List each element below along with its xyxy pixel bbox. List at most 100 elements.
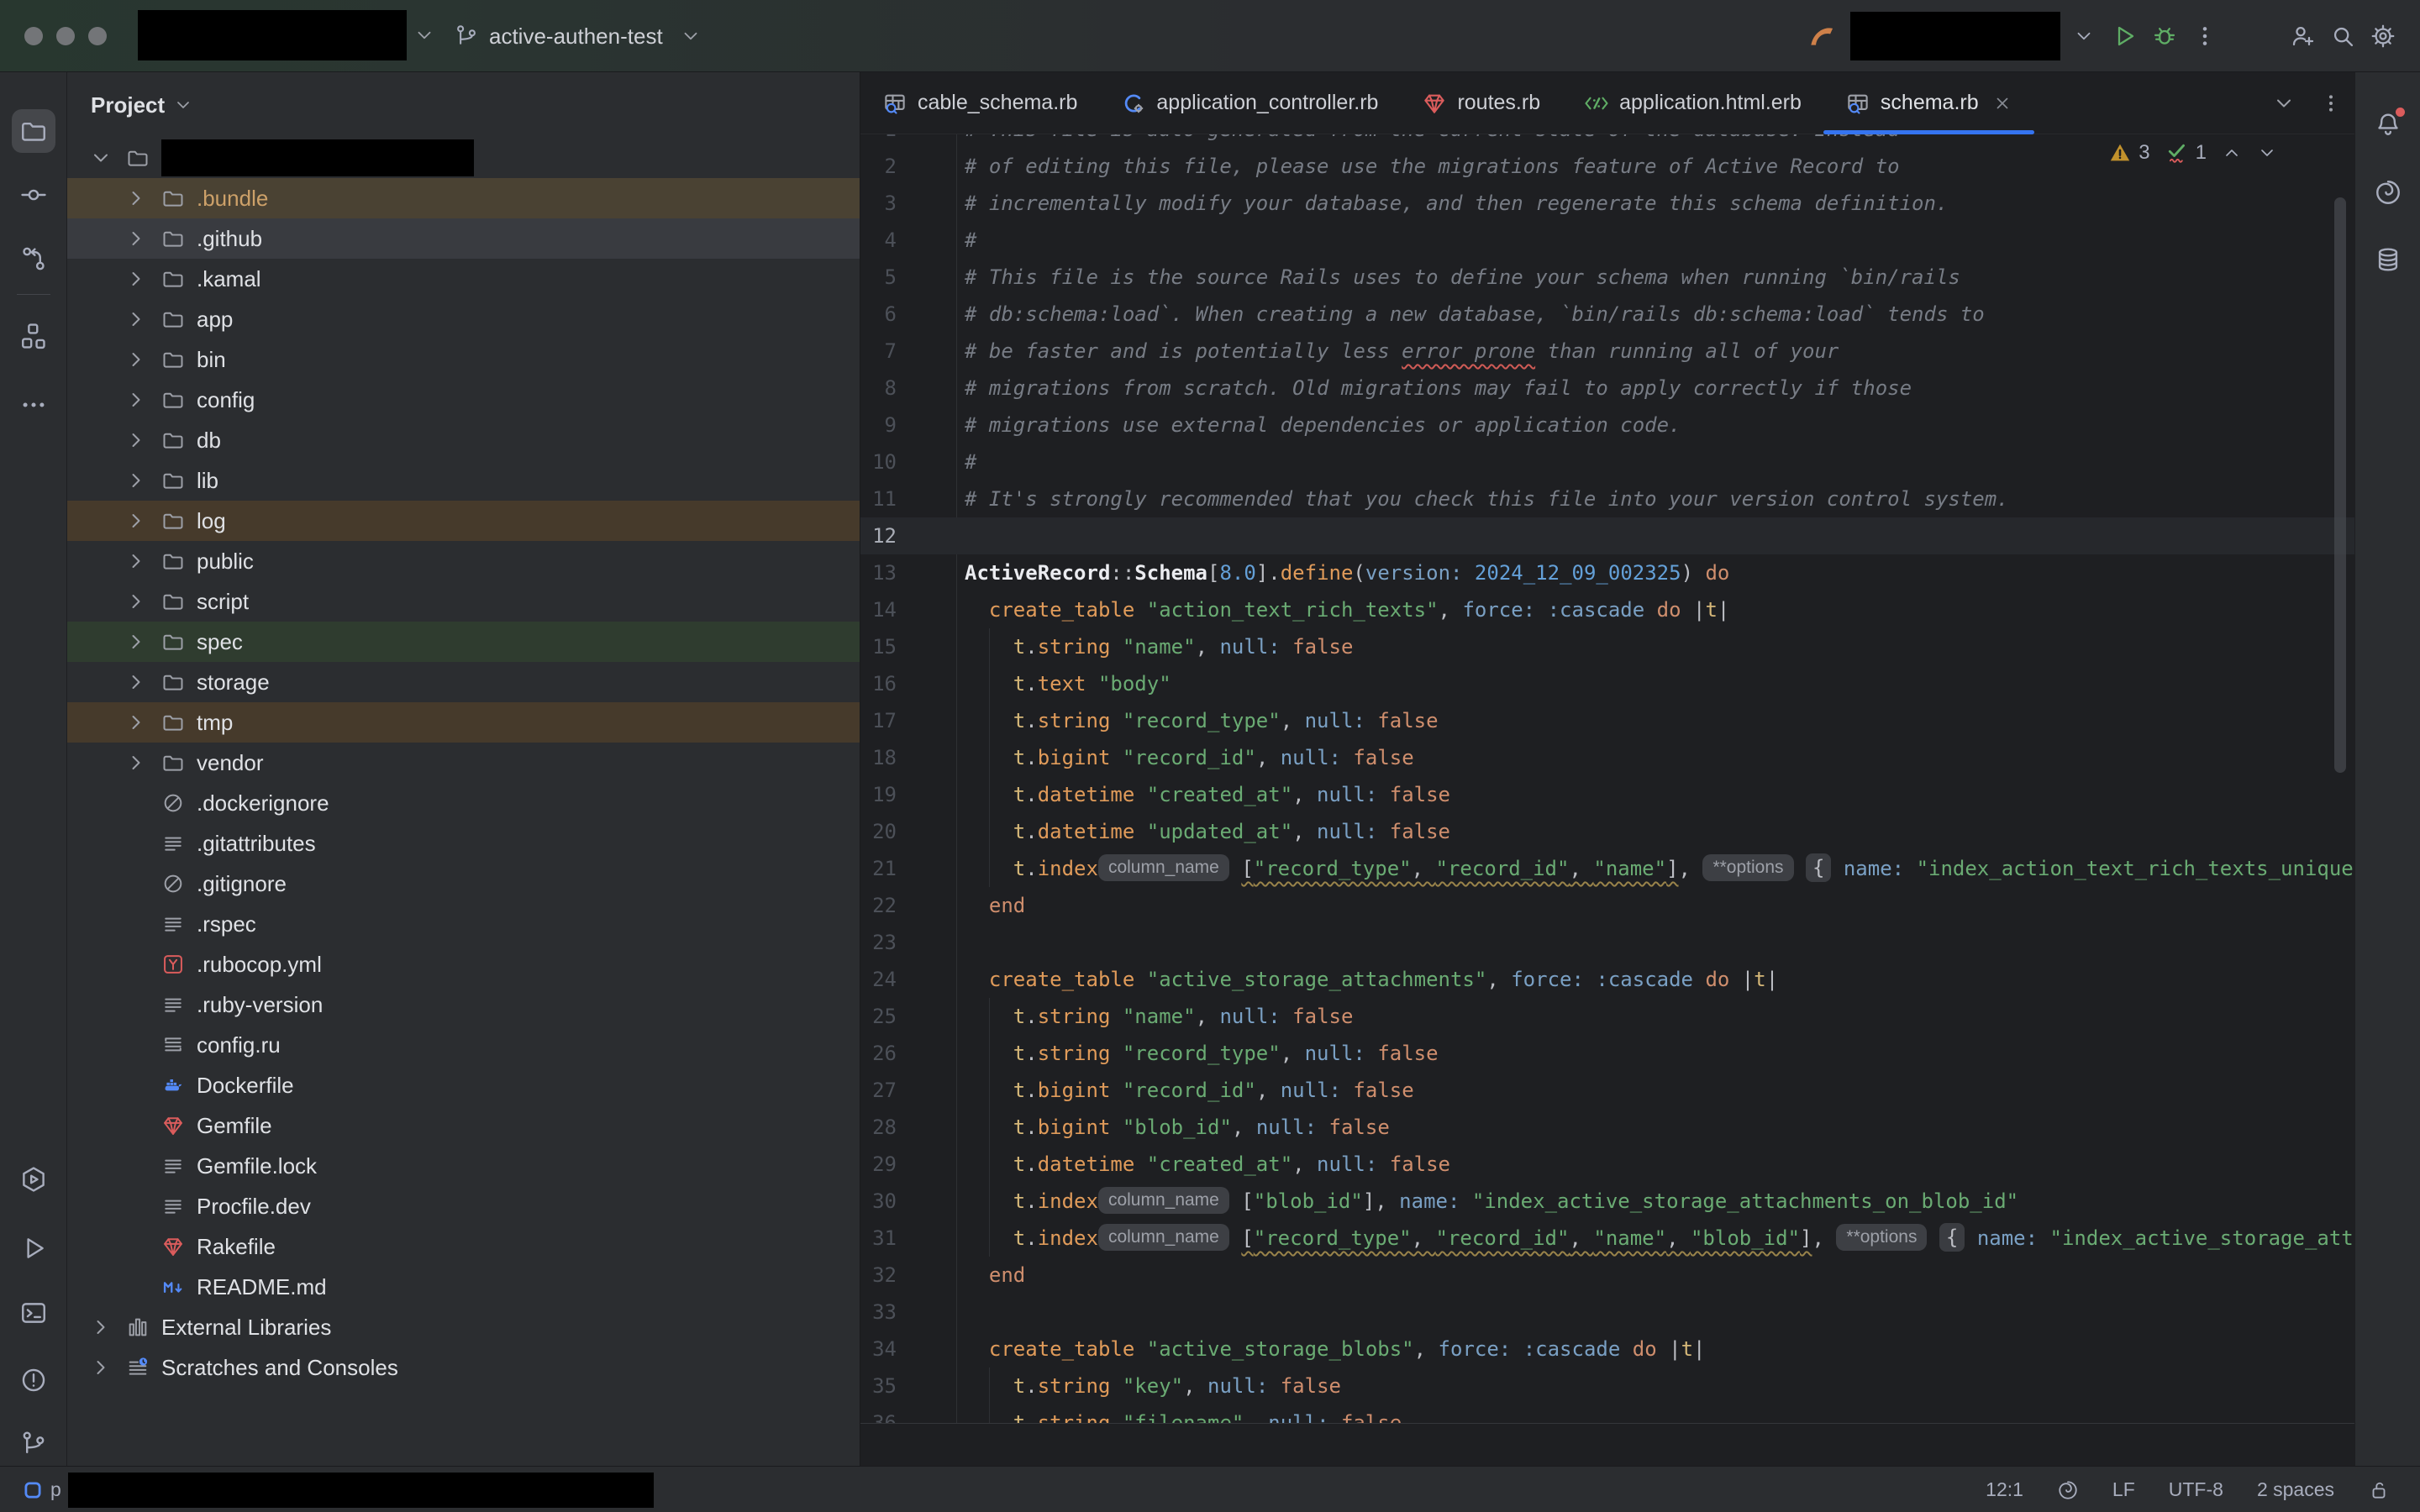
tree-item-.rubocop.yml[interactable]: .rubocop.yml xyxy=(67,944,860,984)
project-folder-icon[interactable] xyxy=(12,109,55,153)
tree-item-.kamal[interactable]: .kamal xyxy=(67,259,860,299)
ai-assistant-status-icon[interactable] xyxy=(2057,1479,2079,1501)
code-line-5[interactable]: 5# This file is the source Rails uses to… xyxy=(860,259,2354,296)
code-line-15[interactable]: 15 t.string "name", null: false xyxy=(860,628,2354,665)
project-panel-header[interactable]: Project xyxy=(67,72,860,138)
line-separator[interactable]: LF xyxy=(2112,1478,2135,1501)
lock-icon[interactable] xyxy=(2368,1479,2390,1501)
line-number[interactable]: 31 xyxy=(860,1220,897,1257)
code-line-7[interactable]: 7# be faster and is potentially less err… xyxy=(860,333,2354,370)
line-number[interactable]: 1 xyxy=(860,134,897,148)
code-line-25[interactable]: 25 t.string "name", null: false xyxy=(860,998,2354,1035)
code-line-13[interactable]: 13ActiveRecord::Schema[8.0].define(versi… xyxy=(860,554,2354,591)
chevron-right-icon[interactable] xyxy=(89,1356,113,1379)
line-number[interactable]: 5 xyxy=(860,259,897,296)
tree-item-.gitignore[interactable]: .gitignore xyxy=(67,864,860,904)
line-number[interactable]: 24 xyxy=(860,961,897,998)
code-line-36[interactable]: 36 t.string "filename", null: false xyxy=(860,1404,2354,1424)
code-line-35[interactable]: 35 t.string "key", null: false xyxy=(860,1368,2354,1404)
chevron-right-icon[interactable] xyxy=(124,670,148,694)
ai-assistant-icon[interactable] xyxy=(2366,171,2410,214)
tab-application_controller.rb[interactable]: application_controller.rb xyxy=(1099,72,1400,134)
tab-schema.rb[interactable]: schema.rb xyxy=(1823,72,2034,134)
code-line-4[interactable]: 4# xyxy=(860,222,2354,259)
run-icon[interactable] xyxy=(12,1226,55,1270)
more-actions-button[interactable] xyxy=(2185,16,2225,56)
problems-icon[interactable] xyxy=(12,1358,55,1402)
tree-item-tmp[interactable]: tmp xyxy=(67,702,860,743)
line-number[interactable]: 35 xyxy=(860,1368,897,1404)
terminal-icon[interactable] xyxy=(12,1291,55,1335)
minimize-window-button[interactable] xyxy=(56,27,75,45)
editor-area[interactable]: 1# This file is auto-generated from the … xyxy=(860,134,2354,1466)
chevron-right-icon[interactable] xyxy=(124,549,148,573)
tab-options-icon[interactable] xyxy=(2319,92,2343,115)
tree-item-vendor[interactable]: vendor xyxy=(67,743,860,783)
tree-item-config[interactable]: config xyxy=(67,380,860,420)
window-controls[interactable] xyxy=(24,27,107,45)
tree-item-app[interactable]: app xyxy=(67,299,860,339)
close-window-button[interactable] xyxy=(24,27,43,45)
code-line-28[interactable]: 28 t.bigint "blob_id", null: false xyxy=(860,1109,2354,1146)
close-tab-icon[interactable] xyxy=(1992,93,2012,113)
tree-item-Rakefile[interactable]: Rakefile xyxy=(67,1226,860,1267)
code-content[interactable]: 1# This file is auto-generated from the … xyxy=(860,134,2354,1424)
code-line-6[interactable]: 6# db:schema:load`. When creating a new … xyxy=(860,296,2354,333)
tree-item-lib[interactable]: lib xyxy=(67,460,860,501)
code-line-26[interactable]: 26 t.string "record_type", null: false xyxy=(860,1035,2354,1072)
notifications-icon[interactable] xyxy=(2366,102,2410,146)
line-number[interactable]: 10 xyxy=(860,444,897,480)
code-line-17[interactable]: 17 t.string "record_type", null: false xyxy=(860,702,2354,739)
tree-item-script[interactable]: script xyxy=(67,581,860,622)
run-button[interactable] xyxy=(2104,16,2144,56)
line-number[interactable]: 22 xyxy=(860,887,897,924)
line-number[interactable]: 25 xyxy=(860,998,897,1035)
line-number[interactable]: 30 xyxy=(860,1183,897,1220)
code-with-me-button[interactable] xyxy=(2282,16,2323,56)
project-selector[interactable] xyxy=(138,8,435,62)
line-number[interactable]: 33 xyxy=(860,1294,897,1331)
tree-item-log[interactable]: log xyxy=(67,501,860,541)
code-line-34[interactable]: 34 create_table "active_storage_blobs", … xyxy=(860,1331,2354,1368)
search-everywhere-button[interactable] xyxy=(2323,16,2363,56)
chevron-right-icon[interactable] xyxy=(124,267,148,291)
tree-item-Dockerfile[interactable]: Dockerfile xyxy=(67,1065,860,1105)
line-number[interactable]: 11 xyxy=(860,480,897,517)
tab-cable_schema.rb[interactable]: cable_schema.rb xyxy=(860,72,1099,134)
line-number[interactable]: 19 xyxy=(860,776,897,813)
tree-item-storage[interactable]: storage xyxy=(67,662,860,702)
line-number[interactable]: 6 xyxy=(860,296,897,333)
chevron-right-icon[interactable] xyxy=(124,348,148,371)
file-encoding[interactable]: UTF-8 xyxy=(2169,1478,2223,1501)
chevron-right-icon[interactable] xyxy=(124,428,148,452)
branch-widget[interactable]: active-authen-test xyxy=(454,0,702,72)
settings-button[interactable] xyxy=(2363,16,2403,56)
code-line-24[interactable]: 24 create_table "active_storage_attachme… xyxy=(860,961,2354,998)
tab-routes.rb[interactable]: routes.rb xyxy=(1400,72,1562,134)
line-number[interactable]: 34 xyxy=(860,1331,897,1368)
line-number[interactable]: 28 xyxy=(860,1109,897,1146)
code-line-19[interactable]: 19 t.datetime "created_at", null: false xyxy=(860,776,2354,813)
status-task-icon[interactable] xyxy=(22,1479,44,1501)
next-problem-icon[interactable] xyxy=(2257,143,2277,163)
inspection-widget[interactable]: 3 1 xyxy=(2108,141,2277,165)
chevron-right-icon[interactable] xyxy=(89,1315,113,1339)
tree-item-.github[interactable]: .github xyxy=(67,218,860,259)
line-number[interactable]: 16 xyxy=(860,665,897,702)
tree-item-.ruby-version[interactable]: .ruby-version xyxy=(67,984,860,1025)
code-line-29[interactable]: 29 t.datetime "created_at", null: false xyxy=(860,1146,2354,1183)
tree-item-Gemfile[interactable]: Gemfile xyxy=(67,1105,860,1146)
line-number[interactable]: 26 xyxy=(860,1035,897,1072)
tree-item-.bundle[interactable]: .bundle xyxy=(67,178,860,218)
chevron-right-icon[interactable] xyxy=(124,590,148,613)
code-line-3[interactable]: 3# incrementally modify your database, a… xyxy=(860,185,2354,222)
code-line-30[interactable]: 30 t.indexcolumn_name ["blob_id"], name:… xyxy=(860,1183,2354,1220)
more-icon[interactable] xyxy=(12,383,55,427)
line-number[interactable]: 14 xyxy=(860,591,897,628)
line-number[interactable]: 8 xyxy=(860,370,897,407)
tree-item-project-root[interactable] xyxy=(67,138,860,178)
tree-item-spec[interactable]: spec xyxy=(67,622,860,662)
code-line-22[interactable]: 22 end xyxy=(860,887,2354,924)
line-number[interactable]: 13 xyxy=(860,554,897,591)
tree-item-Scratches and Consoles[interactable]: Scratches and Consoles xyxy=(67,1347,860,1388)
